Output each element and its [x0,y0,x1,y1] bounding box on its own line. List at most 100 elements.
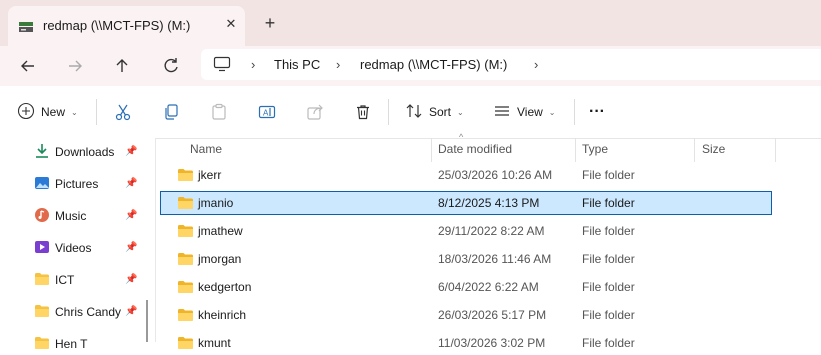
file-row-selected[interactable]: jmanio 8/12/2025 4:13 PM File folder [160,191,772,215]
breadcrumb-this-pc[interactable]: This PC [274,57,320,72]
folder-icon [34,336,50,353]
folder-icon [177,168,194,185]
command-bar: New ⌄ A Sort ⌄ View ⌄ ··· [0,86,821,139]
chevron-down-icon: ⌄ [457,107,464,117]
file-type: File folder [582,168,635,182]
new-button[interactable]: New ⌄ [17,100,78,124]
file-date: 6/04/2022 6:22 AM [438,280,539,294]
sidebar-item-label: Hen T [55,337,88,351]
file-row[interactable]: jmorgan 18/03/2026 11:46 AM File folder [160,247,772,271]
sidebar-item-label: Pictures [55,177,99,191]
folder-icon [34,272,50,289]
new-tab-button[interactable]: + [260,13,280,33]
file-row[interactable]: kedgerton 6/04/2022 6:22 AM File folder [160,275,772,299]
folder-icon [177,224,194,241]
pin-icon: 📌 [125,146,138,157]
title-bar: redmap (\\MCT-FPS) (M:) ✕ + [0,0,821,46]
breadcrumb-separator[interactable]: › [534,57,538,72]
file-name: jmorgan [198,252,242,266]
toolbar-divider [96,99,97,125]
delete-icon[interactable] [354,100,372,124]
pin-icon: 📌 [125,306,138,317]
column-divider[interactable] [431,138,432,162]
cut-icon[interactable] [114,100,132,124]
sidebar-item-label: Videos [55,241,92,255]
file-name: jkerr [198,168,222,182]
column-type[interactable]: Type [582,142,608,156]
address-field[interactable]: › This PC › redmap (\\MCT-FPS) (M:) › [201,49,821,80]
window-tab[interactable]: redmap (\\MCT-FPS) (M:) ✕ [8,6,245,46]
paste-icon[interactable] [210,100,228,124]
sidebar-scrollbar[interactable] [146,300,148,342]
refresh-icon[interactable] [159,54,183,78]
up-icon[interactable] [110,54,134,78]
file-date: 25/03/2026 10:26 AM [438,168,553,182]
column-name[interactable]: Name [190,142,222,156]
share-icon[interactable] [306,100,324,124]
view-list-icon [493,102,511,123]
chevron-down-icon: ⌄ [548,107,556,117]
pin-icon: 📌 [125,210,138,221]
file-date: 8/12/2025 4:13 PM [438,196,540,210]
more-options-button[interactable]: ··· [589,100,605,124]
column-divider[interactable] [575,138,576,162]
pin-icon: 📌 [125,274,138,285]
folder-icon [34,304,50,321]
file-name: kedgerton [198,280,252,294]
file-row[interactable]: kheinrich 26/03/2026 5:17 PM File folder [160,303,772,327]
sidebar-item-label: Downloads [55,145,115,159]
sidebar-item-label: ICT [55,273,75,287]
column-header: ^ Name Date modified Type Size [157,132,821,162]
folder-icon [177,280,194,297]
plus-icon [17,102,35,123]
pin-icon: 📌 [125,242,138,253]
breadcrumb-redmap[interactable]: redmap (\\MCT-FPS) (M:) [360,57,507,72]
file-date: 11/03/2026 3:02 PM [438,336,546,350]
file-type: File folder [582,224,635,238]
file-type: File folder [582,252,635,266]
breadcrumb-separator: › [336,57,341,72]
rename-icon[interactable]: A [258,100,276,124]
sidebar-item-hen-t[interactable]: Hen T [34,333,144,355]
sidebar-item-label: Chris Candy [55,305,122,319]
file-name: jmanio [198,196,234,210]
sort-icon [405,102,423,123]
music-icon [34,207,50,226]
column-divider[interactable] [694,138,695,162]
videos-icon [34,239,50,258]
file-row[interactable]: jmathew 29/11/2022 8:22 AM File folder [160,219,772,243]
navigation-bar: › This PC › redmap (\\MCT-FPS) (M:) › [0,46,821,86]
sidebar-item-label: Music [55,209,87,223]
file-type: File folder [582,196,635,210]
svg-text:A: A [263,109,269,118]
sort-button[interactable]: Sort ⌄ [405,100,464,124]
back-icon[interactable] [16,54,40,78]
file-row[interactable]: jkerr 25/03/2026 10:26 AM File folder [160,163,772,187]
folder-icon [177,196,194,213]
chevron-down-icon: ⌄ [71,107,78,117]
sort-label: Sort [429,105,452,119]
column-divider[interactable] [775,138,776,162]
toolbar-divider [388,99,389,125]
network-drive-icon [18,21,34,36]
column-size[interactable]: Size [702,142,725,156]
file-name: kheinrich [198,308,247,322]
folder-icon [177,336,194,353]
pane-divider [155,138,156,342]
column-date-modified[interactable]: Date modified [438,142,512,156]
view-button[interactable]: View ⌄ [493,100,556,124]
file-date: 29/11/2022 8:22 AM [438,224,545,238]
file-type: File folder [582,280,635,294]
tab-title: redmap (\\MCT-FPS) (M:) [43,18,191,33]
file-row[interactable]: kmunt 11/03/2026 3:02 PM File folder [160,331,772,355]
copy-icon[interactable] [162,100,180,124]
forward-icon[interactable] [63,54,87,78]
new-label: New [41,105,66,119]
file-type: File folder [582,308,635,322]
pictures-icon [34,175,50,194]
navigation-pane: Downloads 📌 Pictures 📌 Music 📌 Videos 📌 … [0,138,155,351]
file-name: jmathew [198,224,243,238]
close-tab-button[interactable]: ✕ [221,14,241,34]
this-pc-icon [213,56,231,75]
file-date: 18/03/2026 11:46 AM [438,252,552,266]
